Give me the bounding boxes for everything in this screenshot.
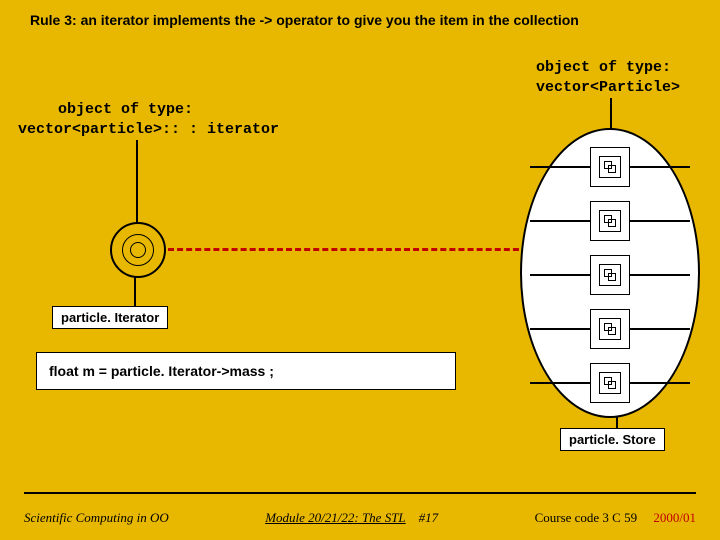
particle-slot <box>530 306 690 352</box>
vector-pointer-line <box>610 98 612 130</box>
iterator-inner-ring2 <box>130 242 146 258</box>
dereference-arrow-icon <box>168 248 528 251</box>
particle-iterator-pointer-line <box>134 276 136 306</box>
connector-line <box>530 274 590 276</box>
particle-slot <box>530 144 690 190</box>
footer-year: 2000/01 <box>653 510 696 525</box>
footer-divider <box>24 492 696 494</box>
iterator-object-icon <box>110 222 166 278</box>
footer-slide-number: #17 <box>419 510 439 525</box>
connector-line <box>630 328 690 330</box>
connector-line <box>530 328 590 330</box>
vector-type-line2: vector<Particle> <box>536 78 680 98</box>
connector-line <box>630 274 690 276</box>
particle-slot <box>530 198 690 244</box>
particle-icon <box>590 363 630 403</box>
particle-slot <box>530 360 690 406</box>
vector-ellipse-icon <box>520 128 700 418</box>
iterator-type-line1: object of type: <box>18 100 279 120</box>
code-example: float m = particle. Iterator->mass ; <box>36 352 456 390</box>
slide-title: Rule 3: an iterator implements the -> op… <box>30 12 690 28</box>
particle-slot <box>530 252 690 298</box>
footer-module: Module 20/21/22: The STL <box>265 510 405 525</box>
particle-icon <box>590 201 630 241</box>
particle-icon <box>590 255 630 295</box>
vector-type-label: object of type: vector<Particle> <box>536 58 680 97</box>
connector-line <box>630 382 690 384</box>
footer-course-code: Course code 3 C 59 <box>535 510 638 525</box>
iterator-type-label: object of type: vector<particle>:: : ite… <box>18 100 279 139</box>
vector-container <box>520 128 700 418</box>
particle-icon <box>590 147 630 187</box>
connector-line <box>530 382 590 384</box>
connector-line <box>530 220 590 222</box>
particle-store-label: particle. Store <box>560 428 665 451</box>
connector-line <box>630 166 690 168</box>
vector-type-line1: object of type: <box>536 58 680 78</box>
particle-iterator-label: particle. Iterator <box>52 306 168 329</box>
connector-line <box>630 220 690 222</box>
iterator-type-line2: vector<particle>:: : iterator <box>18 120 279 140</box>
iterator-pointer-line <box>136 140 138 224</box>
footer: Scientific Computing in OO Module 20/21/… <box>24 510 696 526</box>
connector-line <box>530 166 590 168</box>
particle-icon <box>590 309 630 349</box>
footer-course-name: Scientific Computing in OO <box>24 510 169 526</box>
